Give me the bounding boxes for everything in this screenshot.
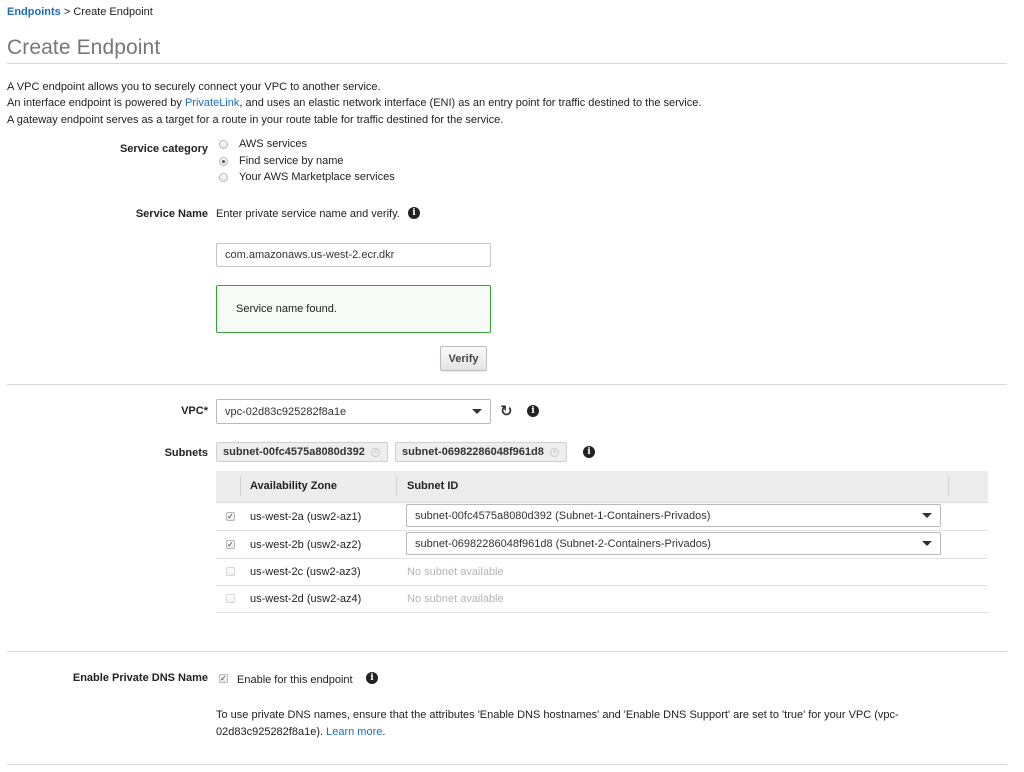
- row-subnet-unavailable: No subnet available: [407, 593, 504, 605]
- section-divider-3: [7, 764, 1007, 765]
- intro-line-2-suffix: , and uses an elastic network interface …: [239, 97, 702, 109]
- subnet-chip: subnet-00fc4575a8080d392 ×: [216, 442, 388, 462]
- info-icon[interactable]: i: [366, 672, 378, 684]
- service-status-text: Service name found.: [236, 303, 337, 315]
- row-availability-zone: us-west-2a (usw2-az1): [250, 511, 362, 523]
- info-icon[interactable]: i: [408, 207, 420, 219]
- column-header-availability-zone[interactable]: Availability Zone: [250, 471, 337, 502]
- refresh-icon[interactable]: ↻: [500, 404, 513, 419]
- row-subnet-select[interactable]: subnet-00fc4575a8080d392 (Subnet-1-Conta…: [406, 504, 941, 527]
- chevron-down-icon: [922, 541, 932, 546]
- service-category-label: Service category: [119, 143, 208, 155]
- subnets-label: Subnets: [164, 447, 208, 459]
- column-header-subnet-id[interactable]: Subnet ID: [407, 471, 458, 502]
- breadcrumb-endpoints-link[interactable]: Endpoints: [7, 6, 61, 18]
- radio-aws-services[interactable]: AWS services: [219, 138, 307, 150]
- chevron-down-icon: [922, 513, 932, 518]
- vpc-label: VPC*: [181, 405, 208, 417]
- intro-line-2-prefix: An interface endpoint is powered by: [7, 97, 185, 109]
- column-divider: [396, 477, 397, 496]
- vpc-select[interactable]: vpc-02d83c925282f8a1e: [216, 399, 491, 424]
- row-checkbox[interactable]: ✓: [226, 512, 235, 521]
- section-divider-2: [7, 651, 1007, 652]
- private-dns-note: To use private DNS names, ensure that th…: [216, 707, 976, 741]
- private-dns-note-end: .: [382, 726, 386, 738]
- verify-button[interactable]: Verify: [440, 346, 487, 371]
- row-subnet-select[interactable]: subnet-06982286048f961d8 (Subnet-2-Conta…: [406, 532, 941, 555]
- column-divider: [240, 477, 241, 496]
- radio-button[interactable]: [219, 139, 228, 149]
- row-checkbox[interactable]: [226, 594, 235, 603]
- service-name-hint: Enter private service name and verify.: [216, 208, 400, 220]
- radio-find-service-by-name[interactable]: Find service by name: [219, 155, 344, 167]
- intro-line-1: A VPC endpoint allows you to securely co…: [7, 81, 381, 93]
- radio-button-selected[interactable]: [219, 156, 228, 166]
- breadcrumb-separator: >: [63, 6, 71, 18]
- privatelink-link[interactable]: PrivateLink: [185, 97, 239, 109]
- chevron-down-icon: [472, 409, 482, 414]
- subnet-chip: subnet-06982286048f961d8 ×: [395, 442, 567, 462]
- table-header: Availability Zone Subnet ID: [216, 471, 988, 503]
- column-divider: [948, 477, 949, 496]
- subnet-chip-label: subnet-06982286048f961d8: [402, 446, 544, 458]
- service-name-value: com.amazonaws.us-west-2.ecr.dkr: [225, 249, 395, 261]
- row-subnet-unavailable: No subnet available: [407, 566, 504, 578]
- table-row: ✓ us-west-2b (usw2-az2) subnet-069822860…: [216, 531, 988, 559]
- private-dns-note-line-2: 02d83c925282f8a1e). Learn more.: [216, 724, 976, 741]
- close-icon[interactable]: ×: [549, 447, 559, 457]
- row-availability-zone: us-west-2b (usw2-az2): [250, 539, 362, 551]
- table-row: us-west-2c (usw2-az3) No subnet availabl…: [216, 558, 988, 586]
- learn-more-link[interactable]: Learn more: [326, 726, 382, 738]
- row-availability-zone: us-west-2d (usw2-az4): [250, 593, 362, 605]
- private-dns-note-vpc: 02d83c925282f8a1e).: [216, 726, 324, 738]
- page-title: Create Endpoint: [7, 36, 161, 59]
- info-icon[interactable]: i: [583, 446, 595, 458]
- breadcrumb-current: Create Endpoint: [73, 6, 153, 18]
- info-icon[interactable]: i: [527, 405, 539, 417]
- table-row: ✓ us-west-2a (usw2-az1) subnet-00fc4575a…: [216, 503, 988, 531]
- row-checkbox[interactable]: ✓: [226, 540, 235, 549]
- private-dns-checkbox[interactable]: ✓: [219, 674, 228, 683]
- radio-label: Your AWS Marketplace services: [239, 171, 395, 183]
- row-availability-zone: us-west-2c (usw2-az3): [250, 566, 361, 578]
- radio-button[interactable]: [219, 172, 228, 182]
- private-dns-checkbox-label[interactable]: Enable for this endpoint: [237, 674, 353, 686]
- private-dns-label: Enable Private DNS Name: [72, 672, 208, 684]
- radio-marketplace-services[interactable]: Your AWS Marketplace services: [219, 171, 395, 183]
- private-dns-note-line-1: To use private DNS names, ensure that th…: [216, 709, 899, 721]
- service-status-box: Service name found.: [216, 285, 491, 333]
- radio-label: Find service by name: [239, 155, 344, 167]
- section-divider-1: [7, 384, 1007, 385]
- close-icon[interactable]: ×: [370, 447, 380, 457]
- radio-label: AWS services: [239, 138, 308, 150]
- subnet-chip-label: subnet-00fc4575a8080d392: [223, 446, 365, 458]
- vpc-value: vpc-02d83c925282f8a1e: [225, 405, 347, 418]
- service-name-label: Service Name: [135, 208, 208, 220]
- intro-line-2: An interface endpoint is powered by Priv…: [7, 95, 701, 111]
- row-subnet-value: subnet-06982286048f961d8 (Subnet-2-Conta…: [415, 537, 711, 550]
- table-row: us-west-2d (usw2-az4) No subnet availabl…: [216, 585, 988, 613]
- row-checkbox[interactable]: [226, 567, 235, 576]
- row-subnet-value: subnet-00fc4575a8080d392 (Subnet-1-Conta…: [415, 509, 711, 522]
- title-divider: [7, 63, 1007, 64]
- intro-line-3: A gateway endpoint serves as a target fo…: [7, 114, 504, 126]
- breadcrumb: Endpoints > Create Endpoint: [7, 6, 153, 18]
- service-name-input[interactable]: com.amazonaws.us-west-2.ecr.dkr: [216, 243, 491, 267]
